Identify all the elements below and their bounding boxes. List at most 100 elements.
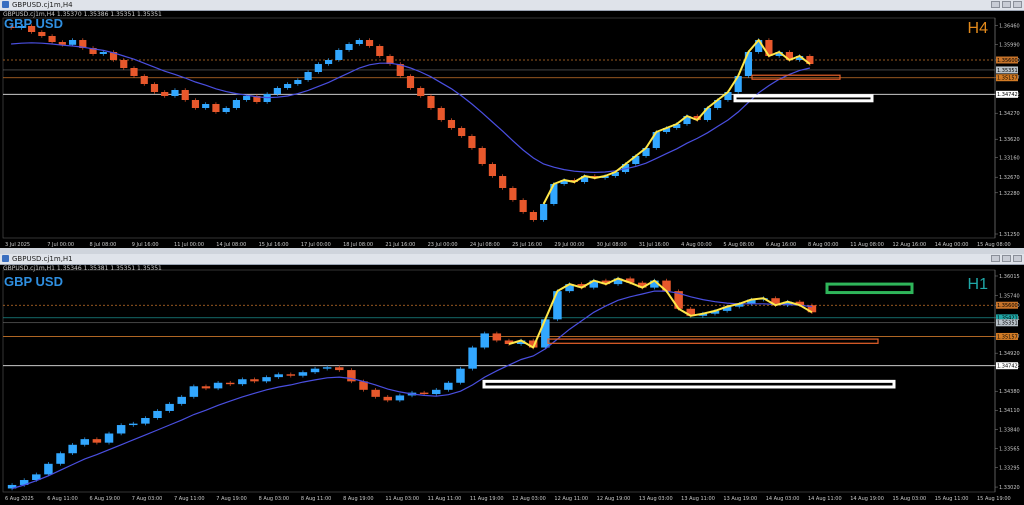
bearish-candle <box>437 108 445 120</box>
bullish-candle <box>444 382 453 390</box>
bullish-candle <box>262 377 271 382</box>
price-axis-label: 1.32670 <box>999 175 1020 181</box>
bullish-candle <box>56 453 65 464</box>
h1-chart-canvas[interactable]: 1.360151.357401.356001.354211.351571.349… <box>0 254 1024 505</box>
bullish-candle <box>232 100 240 108</box>
bearish-candle <box>417 88 425 96</box>
white-zone-box <box>733 94 874 103</box>
bullish-candle <box>80 439 90 445</box>
bullish-candle <box>141 418 150 424</box>
bearish-candle <box>488 164 497 176</box>
bullish-candle <box>480 333 489 348</box>
h1-symbol-label: GBP USD <box>4 274 63 289</box>
bullish-candle <box>171 90 179 96</box>
time-axis-label: 6 Aug 19:00 <box>90 496 121 502</box>
bearish-candle <box>201 386 211 389</box>
bearish-candle <box>376 46 384 56</box>
moving-average-line <box>11 42 811 174</box>
bearish-candle <box>38 32 46 36</box>
price-axis-label: 1.33295 <box>999 466 1020 472</box>
bearish-candle <box>468 136 476 148</box>
bullish-candle <box>68 40 77 45</box>
bullish-candle <box>553 291 562 320</box>
time-axis-label: 8 Aug 11:00 <box>301 496 332 502</box>
bullish-candle <box>314 64 322 72</box>
bullish-candle <box>335 50 343 60</box>
bearish-candle <box>406 76 415 88</box>
h1-ohlc-readout: GBPUSD.cj1m,H1 1.35346 1.35381 1.35351 1… <box>3 265 162 272</box>
bullish-candle <box>153 410 162 418</box>
h4-chart-canvas[interactable]: 1.36460 1.35990 1.35600 1.35157 1.34742 1.342… <box>0 0 1024 248</box>
bearish-candle <box>371 389 380 397</box>
bearish-candle <box>212 104 220 112</box>
bullish-candle <box>243 96 251 100</box>
time-axis-label: 8 Aug 19:00 <box>343 496 374 502</box>
bearish-candle <box>519 200 527 212</box>
bullish-candle <box>304 72 312 80</box>
bullish-candle <box>165 403 174 411</box>
time-axis-label: 6 Aug 2025 <box>5 496 34 502</box>
bearish-candle <box>92 439 102 443</box>
bearish-candle <box>383 396 393 401</box>
price-axis-label: 1.34380 <box>999 389 1020 395</box>
bullish-candle <box>355 40 363 44</box>
bearish-candle <box>250 379 259 382</box>
white-zone-box <box>482 379 896 389</box>
bearish-candle <box>286 374 296 376</box>
time-axis-label: 11 Aug 03:00 <box>385 496 419 502</box>
bullish-candle <box>468 347 477 369</box>
current-price-line-tag-label: 1.35351 <box>997 321 1018 327</box>
h1-chart-pane[interactable]: GBPUSD.cj1m,H1 1.360151.357401.356001.35… <box>0 254 1024 505</box>
bullish-candle <box>213 382 223 389</box>
time-axis-label: 8 Aug 03:00 <box>259 496 290 502</box>
bullish-candle <box>44 463 53 475</box>
bearish-candle <box>365 40 374 46</box>
time-axis-label: 7 Aug 03:00 <box>132 496 163 502</box>
time-axis-label: 15 Aug 03:00 <box>892 496 926 502</box>
bullish-candle <box>68 444 77 454</box>
bearish-candle <box>191 100 200 108</box>
time-axis-label: 12 Aug 19:00 <box>597 496 631 502</box>
bearish-candle <box>150 84 159 92</box>
bullish-candle <box>324 60 333 64</box>
resistance-level-solid-tag-label: 1.35157 <box>997 76 1018 82</box>
time-axis-label: 11 Aug 11:00 <box>428 496 462 502</box>
orange-zone-box <box>547 338 879 344</box>
bullish-candle <box>202 104 210 108</box>
bullish-candle <box>456 368 465 383</box>
bullish-candle <box>104 433 114 443</box>
time-axis-label: 13 Aug 03:00 <box>639 496 673 502</box>
bearish-candle <box>529 212 537 220</box>
bearish-candle <box>48 36 56 42</box>
time-axis-label: 15 Aug 19:00 <box>977 496 1011 502</box>
time-axis-label: 14 Aug 11:00 <box>808 496 842 502</box>
moving-average-line <box>11 290 812 490</box>
price-axis-label: 1.36015 <box>999 274 1020 280</box>
bullish-candle <box>431 389 441 395</box>
time-axis-label: 13 Aug 11:00 <box>681 496 715 502</box>
bullish-candle <box>274 374 283 378</box>
time-axis-label: 14 Aug 19:00 <box>850 496 884 502</box>
h4-symbol-label: GBP USD <box>4 16 63 31</box>
bearish-candle <box>225 382 235 385</box>
bearish-candle <box>492 333 502 341</box>
price-axis-label: 1.33160 <box>999 156 1020 162</box>
time-axis-label: 12 Aug 03:00 <box>512 496 546 502</box>
bullish-candle <box>395 395 405 401</box>
bearish-candle <box>458 128 466 136</box>
bearish-candle <box>419 392 429 395</box>
bearish-candle <box>335 367 344 371</box>
price-axis-label: 1.31250 <box>999 232 1020 238</box>
bearish-candle <box>130 68 138 76</box>
support-level-line-tag-label: 1.34742 <box>997 92 1018 98</box>
bullish-candle <box>238 379 247 385</box>
time-axis-label: 14 Aug 03:00 <box>766 496 800 502</box>
bullish-candle <box>294 80 302 84</box>
bearish-candle <box>181 90 189 100</box>
time-axis-label: 15 Aug 11:00 <box>935 496 969 502</box>
h4-chart-pane[interactable]: GBPUSD.cj1m,H4 1.364601.359901.356001.35… <box>0 0 1024 248</box>
bullish-candle <box>99 52 107 54</box>
bearish-candle <box>509 188 517 200</box>
time-axis-label: 6 Aug 11:00 <box>47 496 78 502</box>
bullish-candle <box>177 396 186 404</box>
